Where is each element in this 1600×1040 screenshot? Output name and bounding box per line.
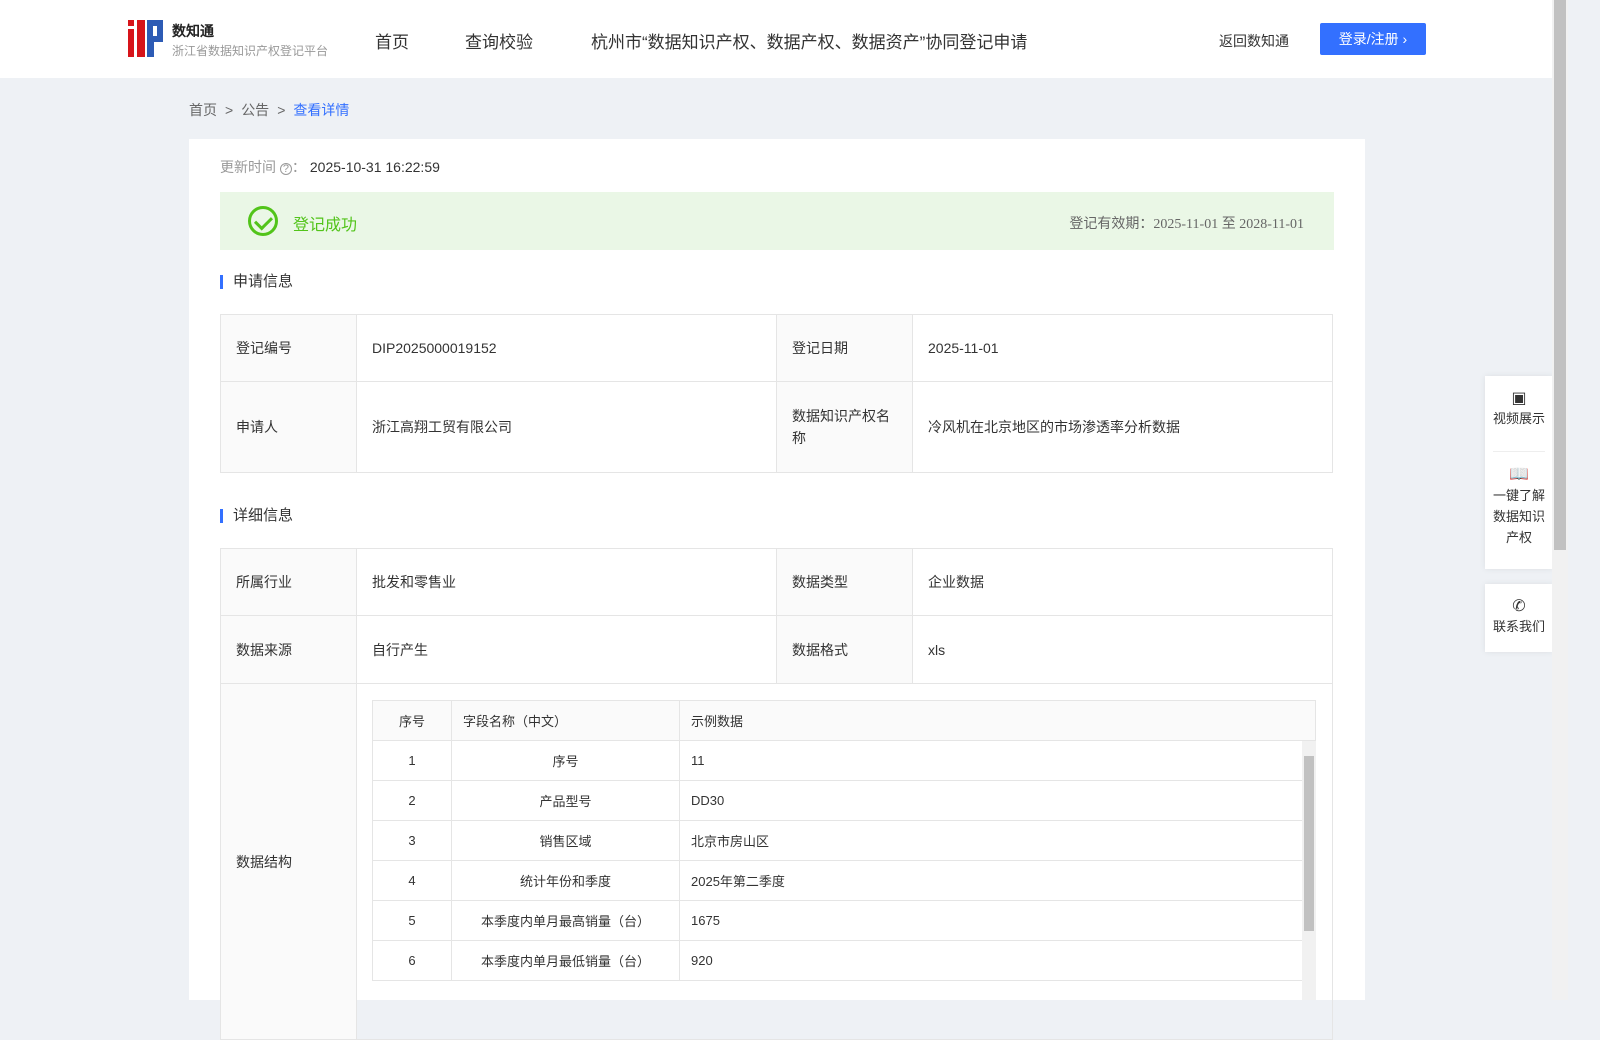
- validity: 登记有效期：2025-11-01 至 2028-11-01: [1069, 213, 1304, 233]
- validity-label: 登记有效期：: [1069, 217, 1154, 232]
- structure-table: 序号 字段名称（中文） 示例数据 1 序号 11 2 产品型号 DD30 3 销售区域 北京市房山区…: [372, 700, 1316, 981]
- col-index: 序号: [372, 700, 452, 741]
- table-row: 3 销售区域 北京市房山区: [372, 820, 1316, 861]
- ip-name-label: 数据知识产权名称: [776, 381, 913, 473]
- applicant: 浙江高翔工贸有限公司: [356, 381, 777, 473]
- contact-button[interactable]: ✆ 联系我们: [1485, 584, 1553, 652]
- table-row: 1 序号 11: [372, 740, 1316, 781]
- update-time: 更新时间 ?： 2025-10-31 16:22:59: [220, 159, 440, 175]
- format-label: 数据格式: [776, 615, 913, 684]
- row-field: 本季度内单月最低销量（台）: [451, 940, 680, 981]
- col-field: 字段名称（中文）: [451, 700, 680, 741]
- row-field: 序号: [451, 740, 680, 781]
- learn-label: 一键了解数据知识产权: [1492, 488, 1545, 545]
- phone-icon: ✆: [1512, 598, 1526, 615]
- structure-cell: 序号 字段名称（中文） 示例数据 1 序号 11 2 产品型号 DD30 3 销售区域 北京市房山区…: [356, 683, 1333, 1040]
- nav-query[interactable]: 查询校验: [465, 28, 533, 53]
- data-type-label: 数据类型: [776, 548, 913, 616]
- section-apply-title: 申请信息: [220, 274, 293, 289]
- reg-date-label: 登记日期: [776, 314, 913, 382]
- row-sample: 920: [679, 940, 1316, 981]
- row-field: 统计年份和季度: [451, 860, 680, 901]
- applicant-label: 申请人: [220, 381, 357, 473]
- ip-name: 冷风机在北京地区的市场渗透率分析数据: [912, 381, 1333, 473]
- table-row: 6 本季度内单月最低销量（台） 920: [372, 940, 1316, 981]
- video-button[interactable]: ▣ 视频展示: [1493, 376, 1545, 452]
- row-index: 5: [372, 900, 452, 941]
- crumb-current: 查看详情: [293, 102, 350, 118]
- row-sample: 11: [679, 740, 1316, 781]
- status-banner: 登记成功 登记有效期：2025-11-01 至 2028-11-01: [220, 192, 1334, 250]
- login-button[interactable]: 登录/注册 ›: [1320, 23, 1426, 55]
- page-scrollbar[interactable]: [1552, 0, 1568, 1000]
- nav-home[interactable]: 首页: [375, 28, 409, 53]
- top-header: 数知通 浙江省数据知识产权登记平台 首页 查询校验 杭州市“数据知识产权、数据产…: [0, 0, 1552, 78]
- row-index: 3: [372, 820, 452, 861]
- crumb-home[interactable]: 首页: [189, 102, 217, 118]
- row-sample: 北京市房山区: [679, 820, 1316, 861]
- back-link[interactable]: 返回数知通: [1219, 31, 1289, 51]
- reg-date: 2025-11-01: [912, 314, 1333, 382]
- table-row: 5 本季度内单月最高销量（台） 1675: [372, 900, 1316, 941]
- structure-label: 数据结构: [220, 683, 357, 1040]
- inner-scrollbar[interactable]: [1302, 741, 1316, 1000]
- row-index: 6: [372, 940, 452, 981]
- check-circle-icon: [248, 206, 278, 236]
- crumb-notice[interactable]: 公告: [241, 102, 269, 118]
- row-sample: 2025年第二季度: [679, 860, 1316, 901]
- brand-subtitle: 浙江省数据知识产权登记平台: [172, 44, 329, 58]
- logo-icon: [128, 20, 163, 57]
- reg-no: DIP2025000019152: [356, 314, 777, 382]
- film-icon: ▣: [1511, 390, 1527, 407]
- industry: 批发和零售业: [356, 548, 777, 616]
- col-sample: 示例数据: [679, 700, 1316, 741]
- nav-hangzhou-apply[interactable]: 杭州市“数据知识产权、数据产权、数据资产”协同登记申请: [591, 28, 1027, 53]
- row-field: 产品型号: [451, 780, 680, 821]
- industry-label: 所属行业: [220, 548, 357, 616]
- row-index: 2: [372, 780, 452, 821]
- update-label: 更新时间: [220, 159, 276, 175]
- row-sample: 1675: [679, 900, 1316, 941]
- source-label: 数据来源: [220, 615, 357, 684]
- brand-name: 数知通: [172, 23, 214, 39]
- format: xls: [912, 615, 1333, 684]
- contact-label: 联系我们: [1492, 619, 1545, 634]
- section-detail-title: 详细信息: [220, 508, 293, 523]
- apply-table: 登记编号 DIP2025000019152 登记日期 2025-11-01 申请人 浙江…: [220, 314, 1333, 473]
- book-icon: 📖: [1509, 466, 1529, 483]
- validity-value: 2025-11-01 至 2028-11-01: [1153, 217, 1304, 232]
- side-panel: ▣ 视频展示 📖 一键了解数据知识产权: [1485, 376, 1553, 569]
- row-index: 1: [372, 740, 452, 781]
- row-sample: DD30: [679, 780, 1316, 821]
- data-type: 企业数据: [912, 548, 1333, 616]
- help-icon[interactable]: ?: [279, 163, 292, 175]
- table-row: 4 统计年份和季度 2025年第二季度: [372, 860, 1316, 901]
- row-field: 本季度内单月最高销量（台）: [451, 900, 680, 941]
- login-label: 登录/注册: [1338, 31, 1399, 47]
- learn-button[interactable]: 📖 一键了解数据知识产权: [1485, 452, 1553, 548]
- source: 自行产生: [356, 615, 777, 684]
- status-text: 登记成功: [293, 217, 358, 234]
- reg-no-label: 登记编号: [220, 314, 357, 382]
- update-value: 2025-10-31 16:22:59: [309, 159, 440, 175]
- table-row: 2 产品型号 DD30: [372, 780, 1316, 821]
- video-label: 视频展示: [1493, 411, 1546, 426]
- detail-card: 更新时间 ?： 2025-10-31 16:22:59 登记成功 登记有效期：20…: [189, 139, 1365, 1040]
- breadcrumb: 首页 > 公告 > 查看详情: [189, 102, 350, 118]
- row-field: 销售区域: [451, 820, 680, 861]
- detail-table: 所属行业 批发和零售业 数据类型 企业数据 数据来源 自行产生 数据格式 xls 数据结构 …: [220, 548, 1333, 1040]
- row-index: 4: [372, 860, 452, 901]
